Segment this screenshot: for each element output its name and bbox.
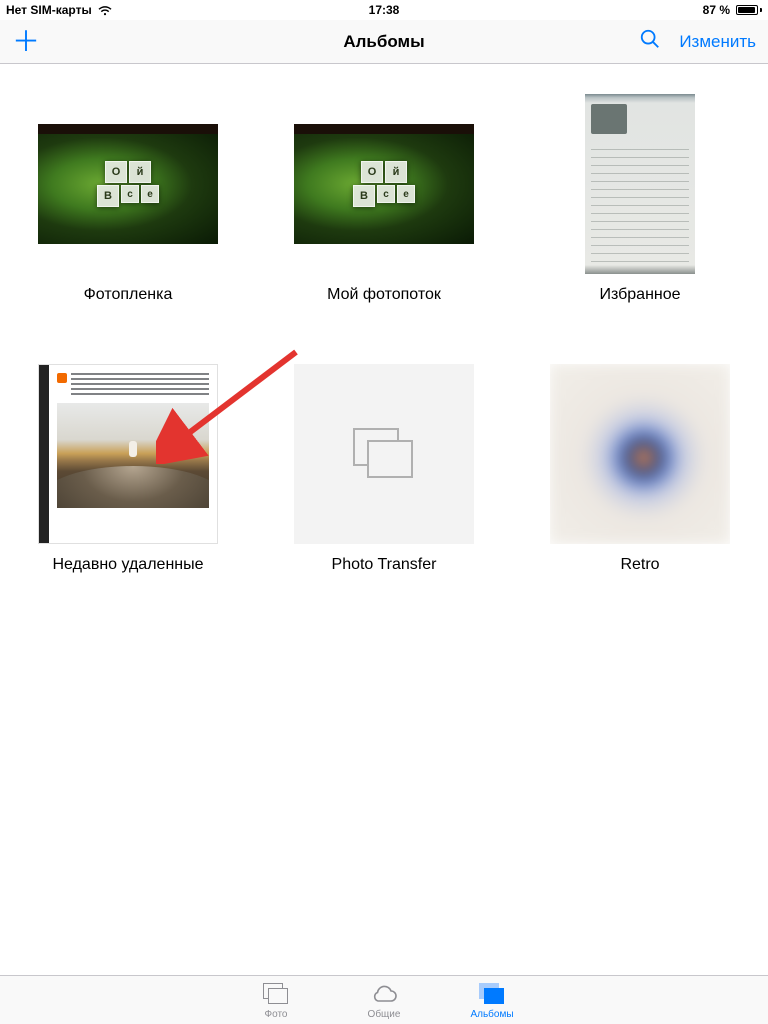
status-bar: Нет SIM-карты 17:38 87 %: [0, 0, 768, 20]
album-label: Избранное: [599, 286, 680, 304]
carrier-text: Нет SIM-карты: [6, 3, 92, 17]
album-photo-transfer[interactable]: Photo Transfer: [294, 364, 474, 574]
album-thumbnail: [294, 364, 474, 544]
tile-letter: с: [121, 185, 139, 203]
album-photostream[interactable]: Ой Все Мой фотопоток: [294, 94, 474, 304]
tile-letter: с: [377, 185, 395, 203]
album-camera-roll[interactable]: Ой Все Фотопленка: [38, 94, 218, 304]
add-album-button[interactable]: ＋: [12, 28, 40, 56]
album-label: Мой фотопоток: [327, 286, 441, 304]
photos-icon: [263, 983, 289, 1005]
page-title: Альбомы: [343, 32, 424, 52]
album-thumbnail: [550, 364, 730, 544]
search-button[interactable]: [639, 28, 661, 55]
tab-bar: Фото Общие Альбомы: [0, 975, 768, 1024]
tile-letter: й: [129, 161, 151, 183]
tab-label: Фото: [265, 1009, 288, 1020]
albums-icon: [479, 983, 505, 1005]
album-thumbnail: Ой Все: [294, 94, 474, 274]
album-retro[interactable]: Retro: [550, 364, 730, 574]
tile-letter: В: [353, 185, 375, 207]
album-recently-deleted[interactable]: Недавно удаленные: [38, 364, 218, 574]
wifi-icon: [98, 5, 112, 15]
tile-letter: е: [141, 185, 159, 203]
status-time: 17:38: [369, 3, 400, 17]
status-right: 87 %: [703, 3, 762, 17]
album-label: Недавно удаленные: [52, 556, 203, 574]
battery-icon: [736, 5, 762, 15]
album-label: Фотопленка: [84, 286, 173, 304]
empty-album-icon: [353, 428, 415, 480]
tile-letter: О: [361, 161, 383, 183]
tile-letter: е: [397, 185, 415, 203]
album-thumbnail: Ой Все: [38, 94, 218, 274]
tile-letter: й: [385, 161, 407, 183]
album-label: Retro: [620, 556, 659, 574]
tab-shared[interactable]: Общие: [349, 980, 419, 1020]
album-label: Photo Transfer: [332, 556, 437, 574]
tile-letter: В: [97, 185, 119, 207]
cloud-icon: [369, 980, 399, 1008]
edit-button[interactable]: Изменить: [679, 32, 756, 52]
albums-grid: Ой Все Фотопленка Ой Все: [38, 94, 730, 574]
tab-label: Общие: [368, 1009, 401, 1020]
tile-letter: О: [105, 161, 127, 183]
status-left: Нет SIM-карты: [6, 3, 112, 17]
battery-percent: 87 %: [703, 3, 730, 17]
album-thumbnail: [38, 364, 218, 544]
album-thumbnail: [550, 94, 730, 274]
albums-grid-container: Ой Все Фотопленка Ой Все: [0, 64, 768, 604]
tab-label: Альбомы: [470, 1009, 513, 1020]
tab-photos[interactable]: Фото: [241, 980, 311, 1020]
search-icon: [639, 28, 661, 50]
tab-albums[interactable]: Альбомы: [457, 980, 527, 1020]
album-favorites[interactable]: Избранное: [550, 94, 730, 304]
nav-bar: ＋ Альбомы Изменить: [0, 20, 768, 64]
